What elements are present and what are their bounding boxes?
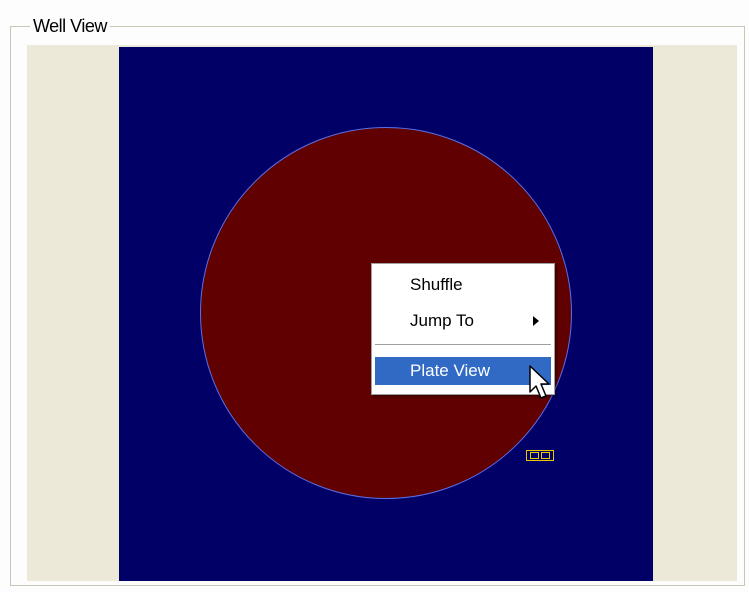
menu-item-label: Jump To <box>410 311 474 330</box>
arrow-cursor-icon <box>529 365 550 399</box>
menu-item-plate-view[interactable]: Plate View <box>375 357 551 385</box>
marker-cell-left <box>530 452 539 459</box>
app-window: Well View Shuffle Jump To Plate View <box>0 0 749 592</box>
submenu-arrow-icon <box>533 316 539 326</box>
menu-item-label: Plate View <box>410 361 491 380</box>
menu-item-label: Shuffle <box>410 275 463 294</box>
selection-marker <box>526 450 554 461</box>
group-title: Well View <box>30 16 110 36</box>
marker-cell-right <box>541 452 550 459</box>
context-menu: Shuffle Jump To Plate View <box>371 263 555 395</box>
menu-item-jump-to[interactable]: Jump To <box>375 307 551 335</box>
menu-item-shuffle[interactable]: Shuffle <box>375 271 551 299</box>
menu-separator <box>375 344 551 346</box>
